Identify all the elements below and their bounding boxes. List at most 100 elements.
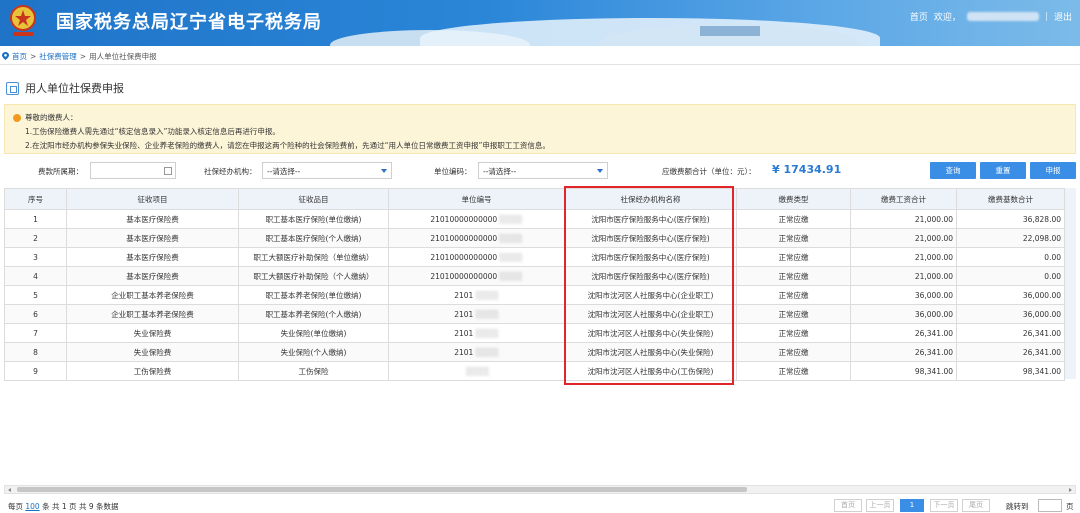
table-cell: 22,098.00 xyxy=(956,228,1065,248)
pager-info: 每页 100 条 共 1 页 共 9 条数据 xyxy=(8,501,118,512)
total-value: ¥ 17434.91 xyxy=(772,163,842,176)
calendar-icon[interactable] xyxy=(164,167,172,175)
period-input[interactable] xyxy=(90,162,176,179)
first-page-button[interactable]: 首页 xyxy=(834,499,862,512)
table-cell: 沈阳市医疗保险服务中心(医疗保险) xyxy=(564,266,737,286)
table-cell-unit-code: 2101 ░░░░ xyxy=(388,285,565,305)
agency-select[interactable]: --请选择-- xyxy=(262,162,392,179)
notice-line-1: 1.工伤保险缴费人需先通过“核定信息录入”功能录入核定信息后再进行申报。 xyxy=(25,127,280,136)
col-header[interactable]: 社保经办机构名称 xyxy=(564,188,737,210)
reset-button[interactable]: 重置 xyxy=(980,162,1026,179)
table-row[interactable]: 5 企业职工基本养老保险费 职工基本养老保险(单位缴纳) 2101 ░░░░ 沈阳市沈河… xyxy=(4,285,1065,305)
next-page-button[interactable]: 下一页 xyxy=(930,499,958,512)
table-cell: 正常应缴 xyxy=(736,209,851,229)
scroll-right-icon[interactable] xyxy=(1069,488,1072,492)
col-header[interactable]: 序号 xyxy=(4,188,67,210)
breadcrumb-sep: > xyxy=(30,51,37,61)
username-redacted xyxy=(966,12,1039,21)
table-cell: 正常应缴 xyxy=(736,342,851,362)
breadcrumb: 首页 > 社保费管理 > 用人单位社保费申报 xyxy=(0,49,157,63)
table-cell: 正常应缴 xyxy=(736,228,851,248)
table-cell: 6 xyxy=(4,304,67,324)
table-row[interactable]: 9 工伤保险费 工伤保险 ░░░░ 沈阳市沈河区人社服务中心(工伤保险) 正常应缴 98,… xyxy=(4,361,1065,381)
col-header[interactable]: 缴费基数合计 xyxy=(956,188,1065,210)
table-cell: 正常应缴 xyxy=(736,247,851,267)
redacted-text: ░░░░ xyxy=(497,271,523,281)
table-cell-unit-code: ░░░░ xyxy=(388,361,565,381)
table-row[interactable]: 3 基本医疗保险费 职工大额医疗补助保险（单位缴纳） 21010000000000 ░… xyxy=(4,247,1065,267)
table-body: 1 基本医疗保险费 职工基本医疗保险(单位缴纳) 21010000000000 ░░░… xyxy=(4,209,1065,381)
horizontal-scrollbar[interactable] xyxy=(4,485,1076,494)
col-header[interactable]: 征收品目 xyxy=(238,188,389,210)
agency-label: 社保经办机构： xyxy=(204,167,257,176)
scrollbar-thumb[interactable] xyxy=(17,487,747,492)
table-cell: 正常应缴 xyxy=(736,323,851,343)
logout-link[interactable]: 退出 xyxy=(1054,10,1072,23)
table-cell: 失业保险费 xyxy=(66,323,239,343)
table-cell: 失业保险费 xyxy=(66,342,239,362)
breadcrumb-section[interactable]: 社保费管理 xyxy=(39,51,77,62)
table-row[interactable]: 6 企业职工基本养老保险费 职工基本养老保险(个人缴纳) 2101 ░░░░ 沈阳市沈河… xyxy=(4,304,1065,324)
table-cell: 1 xyxy=(4,209,67,229)
total-label: 应缴费额合计（单位：元）： xyxy=(662,167,756,176)
table-cell: 失业保险(个人缴纳) xyxy=(238,342,389,362)
query-button[interactable]: 查询 xyxy=(930,162,976,179)
redacted-text: ░░░░ xyxy=(473,309,499,319)
scroll-left-icon[interactable] xyxy=(8,488,11,492)
table-cell: 工伤保险 xyxy=(238,361,389,381)
table-cell: 3 xyxy=(4,247,67,267)
page-title: 用人单位社保费申报 xyxy=(25,82,124,95)
table-cell: 21,000.00 xyxy=(850,228,957,248)
table-cell: 基本医疗保险费 xyxy=(66,209,239,229)
breadcrumb-home[interactable]: 首页 xyxy=(12,51,27,62)
chevron-down-icon xyxy=(381,169,387,173)
per-page-suffix: 条 共 1 页 xyxy=(42,502,77,511)
table-cell: 基本医疗保险费 xyxy=(66,247,239,267)
header-banner: 国家税务总局辽宁省电子税务局 首页 欢迎， | 退出 xyxy=(0,0,1080,46)
table-cell: 8 xyxy=(4,342,67,362)
table-cell: 26,341.00 xyxy=(850,342,957,362)
col-header[interactable]: 征收项目 xyxy=(66,188,239,210)
jump-input[interactable] xyxy=(1038,499,1062,512)
table-cell: 98,341.00 xyxy=(956,361,1065,381)
table-cell: 失业保险(单位缴纳) xyxy=(238,323,389,343)
table-cell: 企业职工基本养老保险费 xyxy=(66,285,239,305)
table-cell-unit-code: 2101 ░░░░ xyxy=(388,323,565,343)
table-cell-unit-code: 2101 ░░░░ xyxy=(388,304,565,324)
notice-line-2: 2.在沈阳市经办机构参保失业保险、企业养老保险的缴费人，请您在申报这两个险种的社… xyxy=(25,141,550,150)
chevron-down-icon xyxy=(597,169,603,173)
per-page-link[interactable]: 100 xyxy=(25,502,39,511)
banner-great-wall xyxy=(700,26,760,36)
divider xyxy=(0,64,1080,65)
redacted-text: ░░░░ xyxy=(473,347,499,357)
table-cell: 正常应缴 xyxy=(736,361,851,381)
table-cell: 沈阳市沈河区人社服务中心(失业保险) xyxy=(564,342,737,362)
table-container: 序号 征收项目 征收品目 单位编号 社保经办机构名称 缴费类型 缴费工资合计 缴… xyxy=(4,188,1080,381)
table-cell: 沈阳市沈河区人社服务中心(工伤保险) xyxy=(564,361,737,381)
table-cell: 沈阳市沈河区人社服务中心(失业保险) xyxy=(564,323,737,343)
agency-select-value: --请选择-- xyxy=(267,167,301,176)
home-link[interactable]: 首页 xyxy=(910,10,928,23)
table-cell: 26,341.00 xyxy=(956,323,1065,343)
table-row[interactable]: 7 失业保险费 失业保险(单位缴纳) 2101 ░░░░ 沈阳市沈河区人社服务中心(失业… xyxy=(4,323,1065,343)
col-header[interactable]: 缴费类型 xyxy=(736,188,851,210)
emblem-icon xyxy=(10,5,36,36)
table-cell: 职工大额医疗补助保险（单位缴纳） xyxy=(238,247,389,267)
table-row[interactable]: 2 基本医疗保险费 职工基本医疗保险(个人缴纳) 21010000000000 ░░░… xyxy=(4,228,1065,248)
last-page-button[interactable]: 尾页 xyxy=(962,499,990,512)
table-row[interactable]: 1 基本医疗保险费 职工基本医疗保险(单位缴纳) 21010000000000 ░░░… xyxy=(4,209,1065,229)
declare-button[interactable]: 申报 xyxy=(1030,162,1076,179)
table-row[interactable]: 8 失业保险费 失业保险(个人缴纳) 2101 ░░░░ 沈阳市沈河区人社服务中心(失业… xyxy=(4,342,1065,362)
table-cell: 2 xyxy=(4,228,67,248)
current-page-button[interactable]: 1 xyxy=(900,499,924,512)
prev-page-button[interactable]: 上一页 xyxy=(866,499,894,512)
unit-code-select[interactable]: --请选择-- xyxy=(478,162,608,179)
table-extra-column xyxy=(1064,188,1076,379)
redacted-text: ░░░░ xyxy=(497,252,523,262)
table-cell: 26,341.00 xyxy=(956,342,1065,362)
col-header[interactable]: 单位编号 xyxy=(388,188,565,210)
table-row[interactable]: 4 基本医疗保险费 职工大额医疗补助保险（个人缴纳） 21010000000000 ░… xyxy=(4,266,1065,286)
table-cell-unit-code: 2101 ░░░░ xyxy=(388,342,565,362)
pagination: 每页 100 条 共 1 页 共 9 条数据 首页 上一页 1 下一页 尾页 跳… xyxy=(0,498,1080,513)
col-header[interactable]: 缴费工资合计 xyxy=(850,188,957,210)
